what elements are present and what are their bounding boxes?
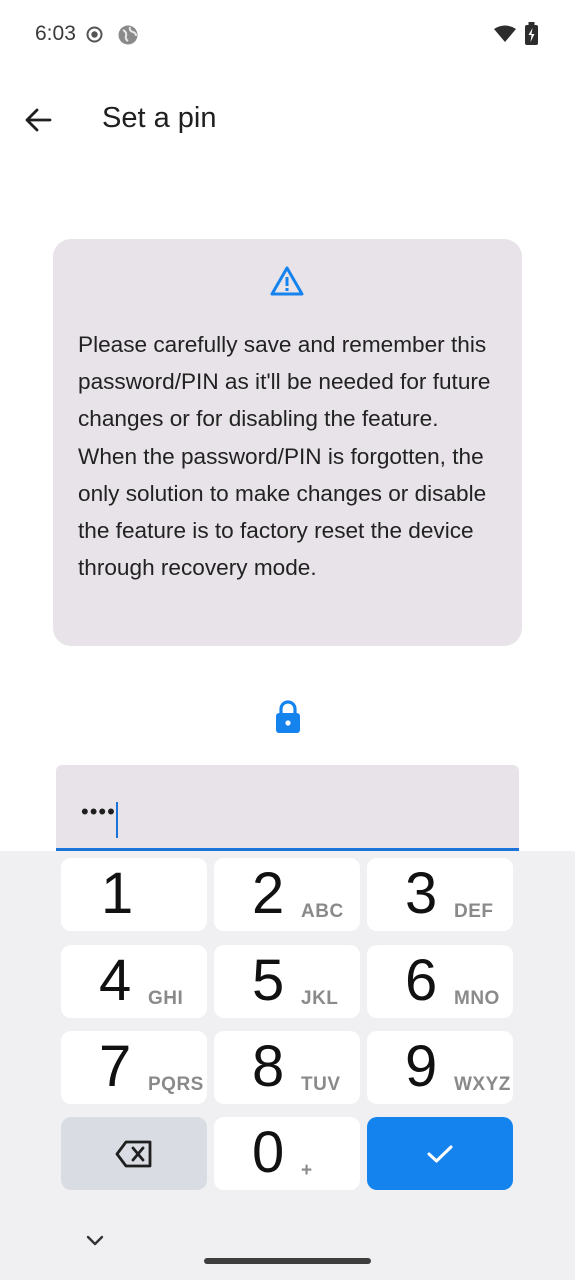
key-digit: 8 [252, 1034, 285, 1099]
key-letters: MNO [454, 988, 500, 1009]
status-time: 6:03 [35, 22, 76, 45]
page-title: Set a pin [102, 102, 217, 134]
key-3[interactable]: 3 DEF [367, 858, 513, 931]
gesture-nav-handle[interactable] [204, 1258, 371, 1264]
key-letters: + [301, 1160, 313, 1181]
key-digit: 4 [99, 948, 132, 1013]
check-icon [427, 1145, 453, 1162]
key-letters: PQRS [148, 1074, 204, 1095]
key-9[interactable]: 9 WXYZ [367, 1031, 513, 1104]
warning-card: Please carefully save and remember this … [53, 239, 522, 646]
key-4[interactable]: 4 GHI [61, 945, 207, 1018]
key-digit: 5 [252, 948, 285, 1013]
backspace-key[interactable] [61, 1117, 207, 1190]
status-bar: 6:03 [0, 0, 575, 68]
key-digit: 6 [405, 948, 438, 1013]
text-caret [116, 802, 118, 838]
chevron-down-icon[interactable] [82, 1233, 108, 1249]
key-2[interactable]: 2 ABC [214, 858, 360, 931]
key-digit: 1 [101, 861, 134, 926]
warning-icon [270, 266, 304, 296]
key-0[interactable]: 0 + [214, 1117, 360, 1190]
key-digit: 9 [405, 1034, 438, 1099]
key-7[interactable]: 7 PQRS [61, 1031, 207, 1104]
back-button[interactable] [14, 96, 62, 144]
key-digit: 2 [252, 861, 285, 926]
confirm-key[interactable] [367, 1117, 513, 1190]
key-letters: WXYZ [454, 1074, 511, 1095]
key-digit: 3 [405, 861, 438, 926]
key-letters: ABC [301, 901, 344, 922]
key-letters: TUV [301, 1074, 341, 1095]
key-digit: 0 [252, 1120, 285, 1185]
back-arrow-icon [25, 108, 52, 132]
globe-icon [118, 25, 138, 45]
key-letters: JKL [301, 988, 339, 1009]
key-8[interactable]: 8 TUV [214, 1031, 360, 1104]
key-5[interactable]: 5 JKL [214, 945, 360, 1018]
pin-input-value: •••• [81, 799, 116, 824]
lock-icon [276, 700, 300, 733]
key-6[interactable]: 6 MNO [367, 945, 513, 1018]
record-icon [86, 26, 103, 43]
warning-text: Please carefully save and remember this … [78, 332, 491, 581]
key-letters: GHI [148, 988, 184, 1009]
battery-icon [525, 22, 538, 45]
key-letters: DEF [454, 901, 494, 922]
backspace-icon [115, 1140, 152, 1167]
pin-input[interactable]: •••• [56, 765, 519, 851]
numeric-keypad: 1 2 ABC 3 DEF 4 GHI 5 JKL 6 MNO 7 PQRS 8… [0, 851, 575, 1280]
wifi-icon [494, 25, 516, 42]
key-digit: 7 [99, 1034, 132, 1099]
key-1[interactable]: 1 [61, 858, 207, 931]
app-bar: Set a pin [0, 84, 575, 158]
